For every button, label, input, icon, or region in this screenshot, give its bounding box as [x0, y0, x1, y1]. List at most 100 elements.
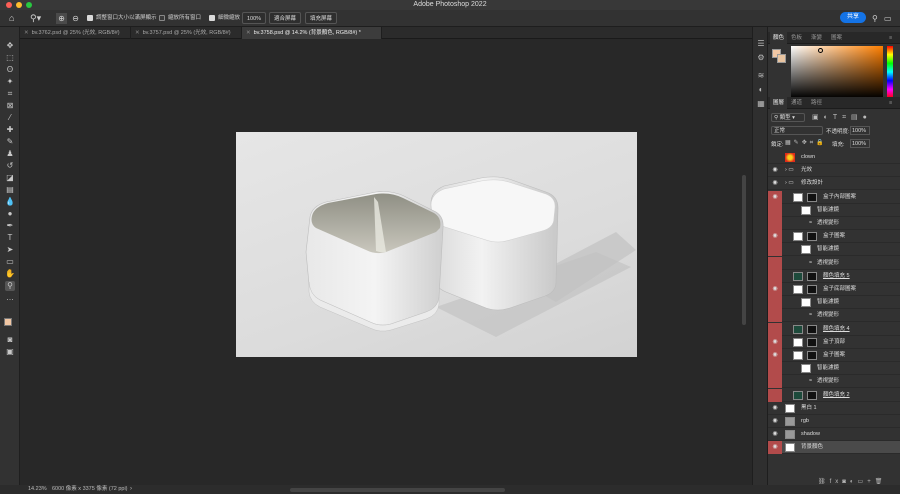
- fit-screen-button[interactable]: 適合屏幕: [269, 12, 302, 24]
- visibility-eye-icon[interactable]: [768, 203, 782, 217]
- blur-tool-icon[interactable]: 💧: [5, 197, 15, 207]
- visibility-eye-icon[interactable]: ◉: [768, 441, 782, 455]
- visibility-eye-icon[interactable]: ◉: [768, 349, 782, 362]
- hue-slider[interactable]: [887, 46, 893, 98]
- visibility-eye-icon[interactable]: [768, 362, 782, 376]
- tab-doc-2[interactable]: ✕ bv.3757.psd @ 25% (光效, RGB/8#): [131, 27, 242, 39]
- layer-filter-icons[interactable]: ▣◐T⌗▤●: [812, 113, 872, 122]
- gradient-tool-icon[interactable]: ▤: [5, 185, 15, 195]
- layer-mask-thumbnail[interactable]: [807, 351, 817, 360]
- layer-row[interactable]: ◉ 盒子圖案: [768, 349, 900, 362]
- resize-window-checkbox[interactable]: [87, 14, 93, 21]
- visibility-eye-icon[interactable]: ◉: [768, 190, 782, 204]
- visibility-eye-icon[interactable]: [768, 296, 782, 310]
- layer-mask-thumbnail[interactable]: [807, 390, 817, 400]
- zoom-icon[interactable]: ⚲▾: [30, 13, 41, 24]
- document-canvas[interactable]: [236, 132, 637, 357]
- visibility-eye-icon[interactable]: ◉: [768, 164, 782, 177]
- frame-tool-icon[interactable]: ⊠: [5, 101, 15, 111]
- tab-doc-3[interactable]: ✕ bv.3758.psd @ 14.2% (背景顏色, RGB/8#) *: [242, 27, 382, 39]
- tab-gradients[interactable]: 漸變: [808, 32, 825, 44]
- tab-color[interactable]: 顏色: [770, 32, 788, 44]
- layer-mask-thumbnail[interactable]: [807, 192, 817, 202]
- layer-row[interactable]: ◉ 黑白 1: [768, 402, 900, 415]
- status-arrow-icon[interactable]: ›: [130, 485, 132, 494]
- visibility-eye-icon[interactable]: [768, 375, 782, 389]
- layer-row[interactable]: ◉ › ▭ 修改設計: [768, 177, 900, 191]
- zoom-out-icon[interactable]: ⊖: [70, 13, 81, 24]
- path-selection-tool-icon[interactable]: ➤: [5, 245, 15, 255]
- layer-actions-bar[interactable]: ⛓fx◙◐▭+🗑: [818, 478, 886, 485]
- brush-tool-icon[interactable]: ✎: [5, 137, 15, 147]
- visibility-eye-icon[interactable]: ◉: [768, 335, 782, 349]
- visibility-eye-icon[interactable]: [768, 309, 782, 323]
- fill-field[interactable]: 100%: [850, 139, 870, 148]
- visibility-eye-icon[interactable]: ◉: [768, 283, 782, 296]
- scrubby-zoom-checkbox[interactable]: [209, 14, 215, 21]
- layer-row[interactable]: 智能濾鏡: [768, 296, 900, 310]
- folder-icon[interactable]: › ▭: [785, 164, 794, 177]
- layer-row[interactable]: 智能濾鏡: [768, 243, 900, 257]
- shape-tool-icon[interactable]: ▭: [5, 257, 15, 267]
- screen-mode-icon[interactable]: ▣: [5, 347, 15, 357]
- more-tools-icon[interactable]: …: [5, 293, 15, 303]
- foreground-color-swatch[interactable]: [4, 318, 12, 326]
- layer-row[interactable]: clown: [768, 151, 900, 164]
- zoom-all-windows-option[interactable]: 縮放所有窗口: [159, 13, 201, 24]
- eyedropper-tool-icon[interactable]: ⁄: [5, 113, 15, 123]
- home-icon[interactable]: ⌂: [9, 13, 14, 24]
- tab-swatches[interactable]: 色板: [788, 32, 805, 44]
- workspace-icon[interactable]: ▭: [884, 13, 892, 24]
- history-panel-icon[interactable]: ☰: [756, 39, 766, 49]
- visibility-eye-icon[interactable]: ◉: [768, 402, 782, 415]
- zoom-100-button[interactable]: 100%: [242, 12, 267, 24]
- layer-mask-thumbnail[interactable]: [807, 285, 817, 294]
- layer-row[interactable]: ◉ 盒子內部圖案: [768, 190, 900, 204]
- resize-window-option[interactable]: 調整窗口大小以滿屏顯示: [87, 13, 157, 24]
- hand-tool-icon[interactable]: ✋: [5, 269, 15, 279]
- fill-screen-button[interactable]: 填充屏幕: [305, 12, 338, 24]
- tab-patterns[interactable]: 圖案: [828, 32, 845, 44]
- layer-row[interactable]: 顏色填充 2: [768, 388, 900, 402]
- layer-row[interactable]: ◉ 盒子圖案: [768, 230, 900, 244]
- color-picker-field[interactable]: [791, 46, 883, 98]
- layer-row[interactable]: 智能濾鏡: [768, 362, 900, 376]
- tab-layers[interactable]: 圖層: [770, 97, 788, 109]
- visibility-eye-icon[interactable]: [768, 243, 782, 257]
- panel-menu-icon[interactable]: ≡: [886, 97, 895, 109]
- share-button[interactable]: 共享: [840, 12, 866, 23]
- canvas-area[interactable]: [20, 39, 752, 485]
- visibility-eye-icon[interactable]: ◉: [768, 177, 782, 190]
- layer-mask-thumbnail[interactable]: [807, 232, 817, 242]
- properties-panel-icon[interactable]: ⚙: [756, 53, 766, 63]
- layer-row[interactable]: ◉ 盒子頂部: [768, 335, 900, 349]
- zoom-in-icon[interactable]: ⊕: [56, 13, 67, 24]
- history-brush-tool-icon[interactable]: ↺: [5, 161, 15, 171]
- layer-filter-select[interactable]: ⚲ 類型 ▾: [771, 113, 805, 122]
- close-tab-icon[interactable]: ✕: [24, 30, 29, 36]
- visibility-eye-icon[interactable]: [768, 388, 782, 402]
- zoom-tool-icon[interactable]: ⚲: [5, 281, 15, 291]
- pen-tool-icon[interactable]: ✒: [5, 221, 15, 231]
- dodge-tool-icon[interactable]: ●: [5, 209, 15, 219]
- layer-row[interactable]: ≈ 透視變形: [768, 309, 900, 323]
- visibility-eye-icon[interactable]: ◉: [768, 230, 782, 244]
- vertical-scrollbar[interactable]: [742, 175, 746, 325]
- tab-channels[interactable]: 通道: [788, 97, 805, 109]
- minimize-window-button[interactable]: [16, 2, 22, 8]
- close-window-button[interactable]: [6, 2, 12, 8]
- healing-brush-tool-icon[interactable]: ✚: [5, 125, 15, 135]
- layer-row[interactable]: 顏色填充 4: [768, 322, 900, 336]
- scrubby-zoom-option[interactable]: 細微縮放: [209, 13, 240, 24]
- layer-row[interactable]: 顏色填充 5: [768, 269, 900, 283]
- close-tab-icon[interactable]: ✕: [135, 30, 140, 36]
- layer-row[interactable]: ◉ › ▭ 光效: [768, 164, 900, 178]
- visibility-eye-icon[interactable]: ◉: [768, 415, 782, 428]
- visibility-eye-icon[interactable]: ◉: [768, 428, 782, 441]
- maximize-window-button[interactable]: [26, 2, 32, 8]
- visibility-eye-icon[interactable]: [768, 256, 782, 270]
- lock-icons[interactable]: ▦✎✥⌗🔒: [785, 139, 827, 147]
- clone-stamp-tool-icon[interactable]: ♟: [5, 149, 15, 159]
- visibility-eye-icon[interactable]: [768, 269, 782, 283]
- visibility-eye-icon[interactable]: [768, 322, 782, 336]
